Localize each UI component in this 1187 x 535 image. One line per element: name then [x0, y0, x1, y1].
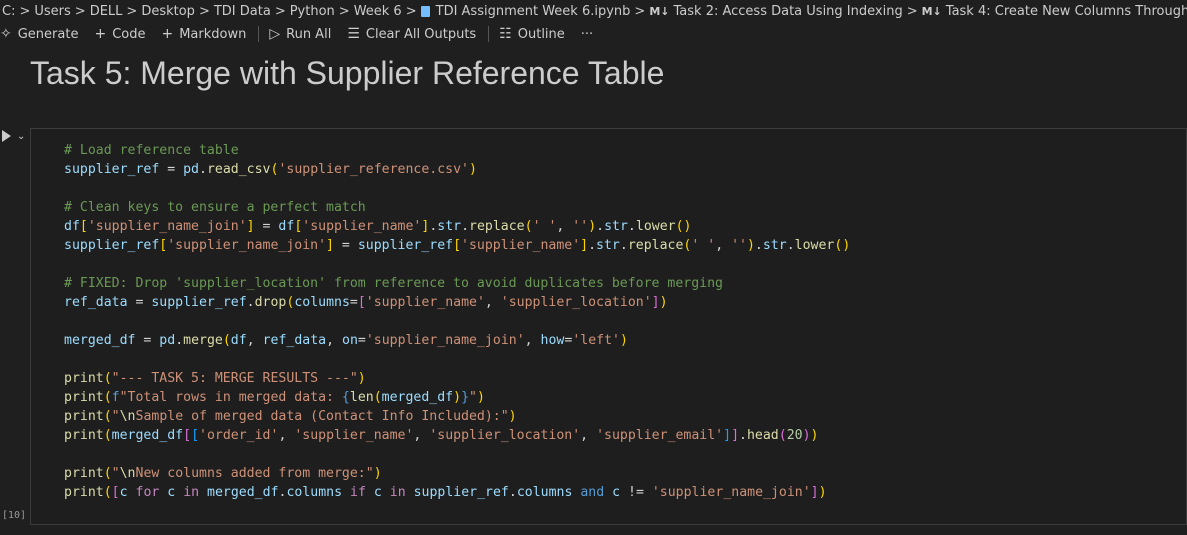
list-icon: ☷	[499, 26, 512, 42]
breadcrumb-item[interactable]: Python	[290, 4, 335, 19]
markdown-heading: Task 5: Merge with Supplier Reference Ta…	[30, 55, 665, 91]
sparkle-icon: ✧	[0, 26, 12, 42]
breadcrumb-label: Desktop	[141, 3, 195, 19]
breadcrumb-label: Task 4: Create New Columns Through Calcu…	[945, 3, 1187, 19]
execution-count: [10]	[2, 510, 27, 521]
plus-icon: +	[161, 26, 174, 42]
generate-button[interactable]: ✧ Generate	[0, 26, 78, 42]
toolbar-divider	[488, 26, 490, 42]
add-markdown-button[interactable]: + Markdown	[161, 26, 246, 42]
clear-all-outputs-button[interactable]: ☰ Clear All Outputs	[347, 26, 476, 42]
run-all-button[interactable]: ▷ Run All	[269, 26, 331, 42]
breadcrumb-label: DELL	[89, 3, 123, 19]
breadcrumb-item[interactable]: C:	[2, 4, 15, 19]
breadcrumb: C: > Users > DELL > Desktop > TDI Data > Python > We…	[0, 0, 1187, 22]
run-all-icon: ▷	[269, 26, 281, 42]
notebook-toolbar: ✧ Generate + Code + Markdown ▷ Run All ☰…	[0, 23, 1187, 45]
toolbar-divider	[258, 26, 260, 42]
breadcrumb-label: TDI Assignment Week 6.ipynb	[435, 3, 631, 19]
chevron-right-icon: >	[126, 3, 138, 19]
code-cell[interactable]: # Load reference table supplier_ref = pd…	[30, 128, 1187, 525]
chevron-down-icon[interactable]: ⌄	[17, 131, 25, 142]
chevron-right-icon: >	[19, 3, 31, 19]
run-cell-icon[interactable]	[2, 130, 11, 142]
breadcrumb-label: Week 6	[353, 3, 402, 19]
add-code-button[interactable]: + Code	[94, 26, 145, 42]
breadcrumb-label: C:	[2, 3, 16, 19]
notebook-file-icon	[420, 5, 430, 17]
chevron-right-icon: >	[198, 3, 210, 19]
chevron-right-icon: >	[74, 3, 86, 19]
breadcrumb-item[interactable]: TDI Data	[214, 4, 271, 19]
clear-all-icon: ☰	[347, 26, 360, 42]
outline-button[interactable]: ☷ Outline	[499, 26, 565, 42]
plus-icon: +	[94, 26, 107, 42]
chevron-right-icon: >	[906, 3, 918, 19]
breadcrumb-label: Users	[34, 3, 71, 19]
breadcrumb-item[interactable]: M↓Task 4: Create New Columns Through Cal…	[922, 4, 1187, 19]
chevron-right-icon: >	[338, 3, 350, 19]
breadcrumb-item[interactable]: Week 6	[354, 4, 402, 19]
more-actions-button[interactable]: ···	[581, 27, 593, 42]
markdown-icon: M↓	[921, 4, 942, 18]
breadcrumb-item[interactable]: Users	[34, 4, 70, 19]
breadcrumb-label: Python	[289, 3, 335, 19]
breadcrumb-item[interactable]: Desktop	[141, 4, 195, 19]
chevron-right-icon: >	[634, 3, 646, 19]
cell-run-controls: ⌄	[0, 130, 25, 142]
breadcrumb-item[interactable]: TDI Assignment Week 6.ipynb	[420, 3, 631, 19]
breadcrumb-item[interactable]: M↓ Task 2: Access Data Using Indexing	[649, 4, 902, 19]
breadcrumb-label: Task 2: Access Data Using Indexing	[673, 3, 903, 19]
markdown-icon: M↓	[649, 4, 670, 18]
breadcrumb-item[interactable]: DELL	[90, 4, 123, 19]
chevron-right-icon: >	[274, 3, 286, 19]
code-editor[interactable]: # Load reference table supplier_ref = pd…	[64, 141, 850, 502]
breadcrumb-label: TDI Data	[213, 3, 271, 19]
chevron-right-icon: >	[405, 3, 417, 19]
